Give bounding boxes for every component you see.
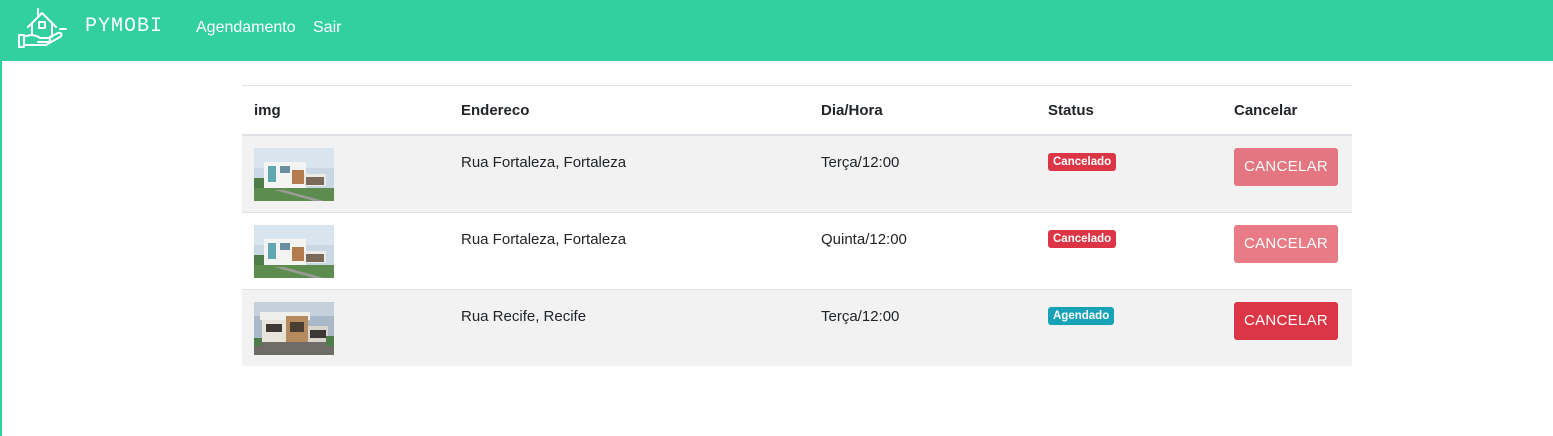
house-photo	[254, 148, 334, 201]
status-badge: Cancelado	[1048, 229, 1117, 248]
endereco-cell: Rua Fortaleza, Fortaleza	[449, 134, 809, 212]
status-badge: Cancelado	[1048, 153, 1117, 171]
dia-hora-cell: Quinta/12:00	[809, 211, 1036, 289]
table-row: Rua Fortaleza, Fortaleza Terça/12:00 Can…	[242, 134, 1352, 212]
header-img: img	[242, 85, 449, 136]
table-header-row: img Endereco Dia/Hora Status Cancelar	[242, 85, 1352, 136]
image-cell	[242, 134, 449, 212]
house-photo	[254, 224, 334, 278]
endereco-text: Rua Fortaleza, Fortaleza	[461, 230, 627, 248]
nav-link-agendamento[interactable]: Agendamento	[196, 19, 296, 37]
header-endereco: Endereco	[449, 85, 809, 136]
dia-hora-text: Terça/12:00	[821, 307, 900, 325]
image-cell	[242, 288, 449, 366]
image-cell	[242, 211, 449, 289]
header-cancelar: Cancelar	[1222, 85, 1352, 136]
endereco-cell: Rua Recife, Recife	[449, 288, 809, 366]
status-cell: Cancelado	[1036, 211, 1222, 289]
cancel-button[interactable]: CANCELAR	[1234, 301, 1338, 340]
cancel-cell: CANCELAR	[1222, 211, 1352, 289]
appointments-table: img Endereco Dia/Hora Status Cancelar Ru…	[242, 85, 1352, 366]
header-status: Status	[1036, 85, 1222, 136]
appointments-table-container: img Endereco Dia/Hora Status Cancelar Ru…	[242, 85, 1352, 366]
endereco-cell: Rua Fortaleza, Fortaleza	[449, 211, 809, 289]
navbar: PYMOBI Agendamento Sair	[2, 0, 1553, 61]
cancel-cell: CANCELAR	[1222, 134, 1352, 212]
nav-link-sair[interactable]: Sair	[313, 19, 341, 37]
cancel-button[interactable]: CANCELAR	[1234, 148, 1338, 186]
dia-hora-text: Quinta/12:00	[821, 230, 907, 248]
table-row: Rua Fortaleza, Fortaleza Quinta/12:00 Ca…	[242, 211, 1352, 289]
cancel-button[interactable]: CANCELAR	[1234, 224, 1338, 263]
status-cell: Cancelado	[1036, 134, 1222, 212]
status-badge: Agendado	[1048, 306, 1115, 325]
status-cell: Agendado	[1036, 288, 1222, 366]
page: PYMOBI Agendamento Sair img Endereco Dia…	[0, 0, 1553, 436]
dia-hora-text: Terça/12:00	[821, 154, 900, 171]
table-row: Rua Recife, Recife Terça/12:00 Agendado …	[242, 288, 1352, 366]
house-photo	[254, 301, 334, 355]
house-in-hand-icon[interactable]	[16, 7, 68, 51]
endereco-text: Rua Recife, Recife	[461, 307, 587, 325]
dia-hora-cell: Terça/12:00	[809, 288, 1036, 366]
brand-title[interactable]: PYMOBI	[85, 15, 163, 38]
dia-hora-cell: Terça/12:00	[809, 134, 1036, 212]
endereco-text: Rua Fortaleza, Fortaleza	[461, 154, 627, 171]
header-dia-hora: Dia/Hora	[809, 85, 1036, 136]
cancel-cell: CANCELAR	[1222, 288, 1352, 366]
